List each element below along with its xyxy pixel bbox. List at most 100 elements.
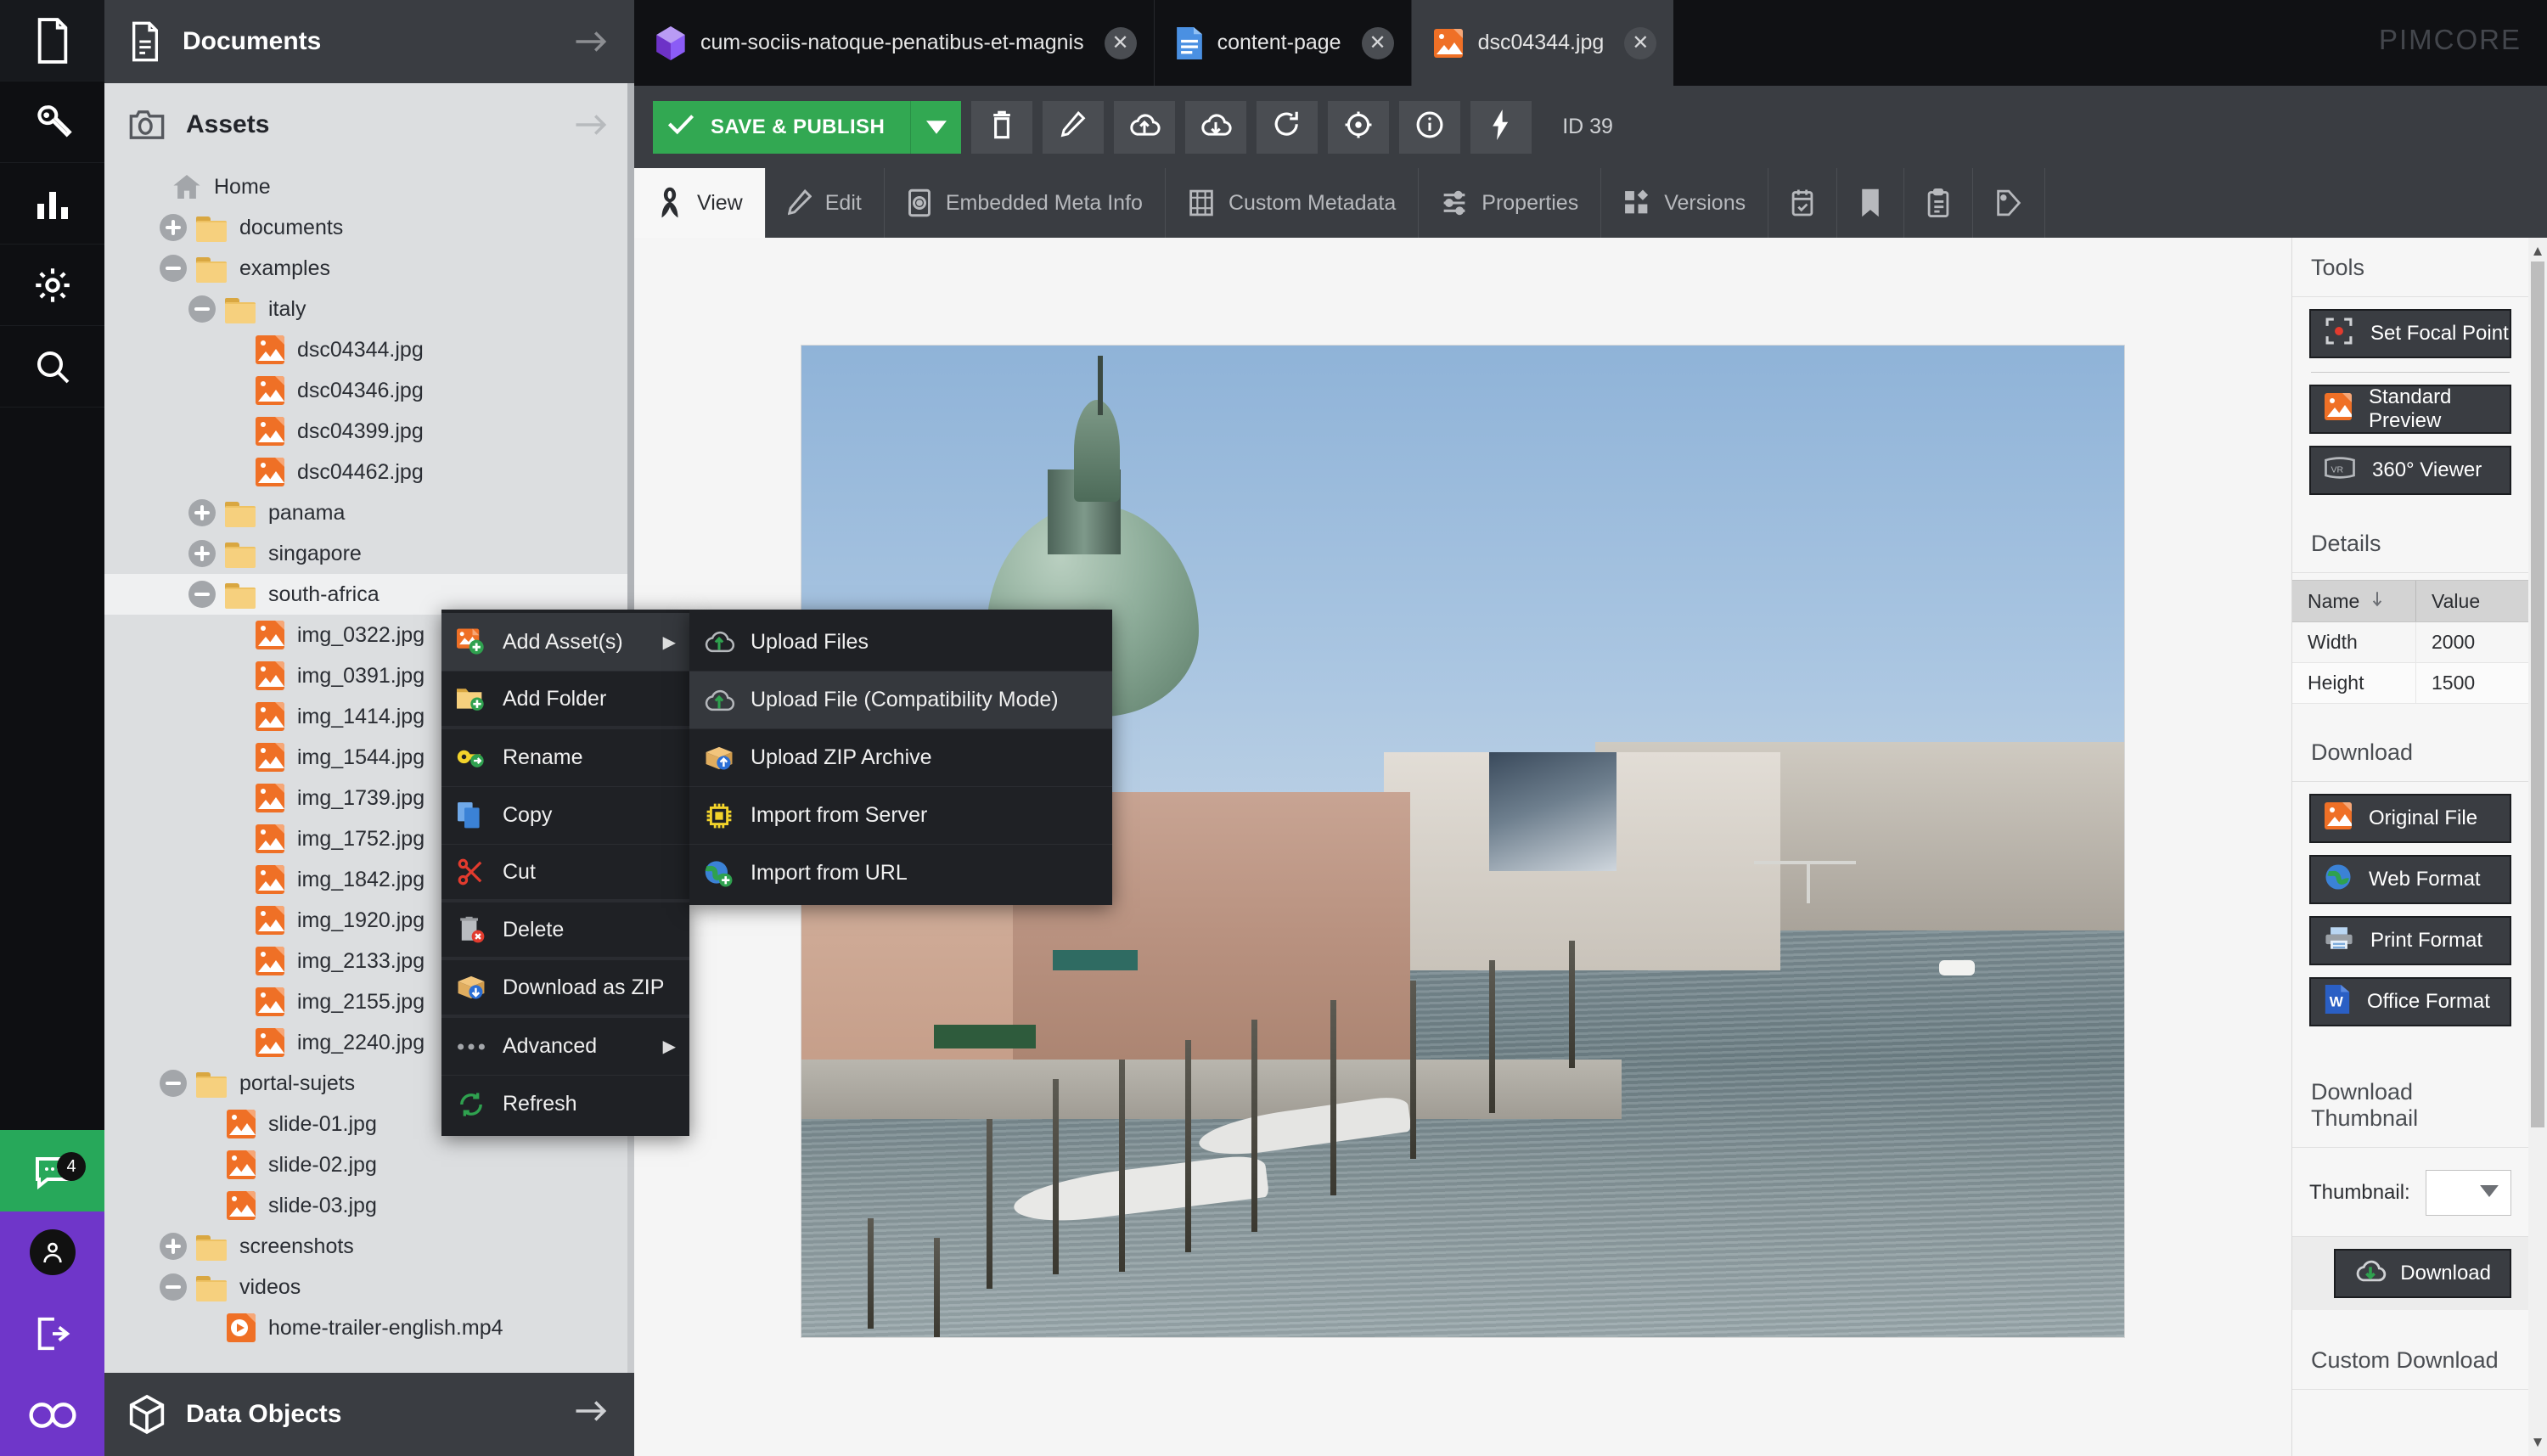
download-office-format-button[interactable]: W Office Format xyxy=(2309,977,2511,1026)
rail-item-tools[interactable] xyxy=(0,82,104,163)
tree-item-dsc04462-jpg[interactable]: dsc04462.jpg xyxy=(104,452,634,492)
expand-icon[interactable] xyxy=(159,213,188,242)
tree-item-dsc04344-jpg[interactable]: dsc04344.jpg xyxy=(104,329,634,370)
tab-versions[interactable]: Versions xyxy=(1601,168,1769,238)
download-web-format-button[interactable]: Web Format xyxy=(2309,855,2511,904)
expand-icon[interactable] xyxy=(188,498,216,527)
close-icon[interactable]: ✕ xyxy=(1624,26,1657,59)
document-tab-dsc04344-jpg[interactable]: dsc04344.jpg ✕ xyxy=(1410,0,1674,86)
download-original-file-button[interactable]: Original File xyxy=(2309,794,2511,843)
rail-item-settings[interactable] xyxy=(0,245,104,326)
tree-item-slide-03-jpg[interactable]: slide-03.jpg xyxy=(104,1185,634,1226)
arrow-right-icon[interactable] xyxy=(573,114,609,136)
workflow-button[interactable] xyxy=(1470,100,1532,154)
arrow-right-icon[interactable] xyxy=(573,31,609,53)
delete-button[interactable] xyxy=(971,100,1033,154)
rail-item-search[interactable] xyxy=(0,326,104,408)
tools-panel-scrollbar[interactable]: ▲ ▼ xyxy=(2528,238,2547,1456)
context-menu-item-copy[interactable]: Copy xyxy=(441,786,689,844)
collapse-icon[interactable] xyxy=(159,1069,188,1098)
rail-item-reports[interactable] xyxy=(0,163,104,245)
document-tabs[interactable]: cum-sociis-natoque-penatibus-et-magnis ✕ c… xyxy=(634,0,1674,86)
tab-custom-metadata[interactable]: Custom Metadata xyxy=(1166,168,1420,238)
arrow-right-icon[interactable] xyxy=(573,1400,609,1429)
tree-item-documents[interactable]: documents xyxy=(104,207,634,248)
expand-icon[interactable] xyxy=(188,539,216,568)
add-assets-submenu[interactable]: Upload Files Upload File (Compatibility M… xyxy=(689,610,1112,905)
context-menu-item-download-as-zip[interactable]: Download as ZIP xyxy=(441,959,689,1017)
rail-item-logout[interactable] xyxy=(0,1293,104,1374)
close-icon[interactable]: ✕ xyxy=(1104,26,1137,59)
download-print-format-button[interactable]: Print Format xyxy=(2309,916,2511,965)
tree-item-slide-02-jpg[interactable]: slide-02.jpg xyxy=(104,1144,634,1185)
upload-button[interactable] xyxy=(1114,100,1176,154)
context-menu-item-add-asset-s[interactable]: Add Asset(s) ▶ xyxy=(441,613,689,671)
asset-sub-tab-bar[interactable]: View Edit Embedded Meta Info Custom Metadat… xyxy=(634,168,2547,238)
collapse-icon[interactable] xyxy=(188,580,216,609)
tree-item-dsc04399-jpg[interactable]: dsc04399.jpg xyxy=(104,411,634,452)
tab-properties[interactable]: Properties xyxy=(1419,168,1602,238)
thumbnail-select[interactable] xyxy=(2425,1170,2511,1216)
submenu-item-upload-files[interactable]: Upload Files xyxy=(689,613,1112,671)
standard-preview-button[interactable]: Standard Preview xyxy=(2309,385,2511,434)
asset-context-menu[interactable]: Add Asset(s) ▶ Add Folder Rename Copy Cut Dele… xyxy=(441,610,689,1136)
tools-panel-scrollbar-thumb[interactable] xyxy=(2531,261,2544,1127)
tree-item-screenshots[interactable]: screenshots xyxy=(104,1226,634,1267)
table-row[interactable]: Width 2000 xyxy=(2292,622,2528,663)
context-menu-item-delete[interactable]: Delete xyxy=(441,902,689,959)
close-icon[interactable]: ✕ xyxy=(1361,26,1394,59)
submenu-item-upload-file-compatibility-mode[interactable]: Upload File (Compatibility Mode) xyxy=(689,671,1112,728)
expand-icon[interactable] xyxy=(159,1232,188,1261)
context-menu-item-refresh[interactable]: Refresh xyxy=(441,1075,689,1133)
submenu-item-import-from-url[interactable]: Import from URL xyxy=(689,844,1112,902)
details-header-value[interactable]: Value xyxy=(2416,581,2480,621)
tab-embedded-meta-info[interactable]: Embedded Meta Info xyxy=(885,168,1166,238)
info-button[interactable] xyxy=(1399,100,1461,154)
rail-item-infinity[interactable] xyxy=(0,1374,104,1456)
tree-item-panama[interactable]: panama xyxy=(104,492,634,533)
tree-item-examples[interactable]: examples xyxy=(104,248,634,289)
tree-item-singapore[interactable]: singapore xyxy=(104,533,634,574)
tree-item-videos[interactable]: videos xyxy=(104,1267,634,1307)
document-tab-cum-sociis-natoque-penatibus-et-magnis[interactable]: cum-sociis-natoque-penatibus-et-magnis ✕ xyxy=(634,0,1154,86)
tree-item-home-trailer-english-mp4[interactable]: home-trailer-english.mp4 xyxy=(104,1307,634,1348)
context-menu-item-rename[interactable]: Rename xyxy=(441,728,689,786)
tab-view[interactable]: View xyxy=(634,168,766,238)
submenu-item-import-from-server[interactable]: Import from Server xyxy=(689,786,1112,844)
rail-item-account[interactable] xyxy=(0,1211,104,1293)
context-menu-item-cut[interactable]: Cut xyxy=(441,844,689,902)
table-row[interactable]: Height 1500 xyxy=(2292,663,2528,704)
context-menu-item-add-folder[interactable]: Add Folder xyxy=(441,671,689,728)
reload-button[interactable] xyxy=(1257,100,1318,154)
tree-item-south-africa[interactable]: south-africa xyxy=(104,574,634,615)
tab-edit[interactable]: Edit xyxy=(766,168,885,238)
rail-item-documents[interactable] xyxy=(0,0,104,82)
rail-item-notifications[interactable]: 4 xyxy=(0,1130,104,1211)
sidebar-section-data-objects[interactable]: Data Objects xyxy=(104,1373,634,1456)
collapse-icon[interactable] xyxy=(159,254,188,283)
sidebar-section-documents[interactable]: Documents xyxy=(104,0,634,83)
save-and-publish-button[interactable]: SAVE & PUBLISH xyxy=(653,100,962,154)
tab-bookmark[interactable] xyxy=(1837,168,1905,238)
tab-notes[interactable] xyxy=(1904,168,1974,238)
collapse-icon[interactable] xyxy=(159,1273,188,1301)
save-dropdown-button[interactable] xyxy=(910,100,961,154)
tab-tag[interactable] xyxy=(1973,168,2046,238)
target-button[interactable] xyxy=(1328,100,1390,154)
set-focal-point-button[interactable]: Set Focal Point xyxy=(2309,309,2511,358)
tree-item-dsc04346-jpg[interactable]: dsc04346.jpg xyxy=(104,370,634,411)
360-viewer-button[interactable]: VR 360° Viewer xyxy=(2309,446,2511,495)
sidebar-section-assets[interactable]: Assets xyxy=(104,83,634,166)
submenu-item-upload-zip-archive[interactable]: Upload ZIP Archive xyxy=(689,728,1112,786)
edit-button[interactable] xyxy=(1043,100,1105,154)
download-button[interactable]: Download xyxy=(2334,1249,2511,1298)
document-tab-content-page[interactable]: content-page ✕ xyxy=(1153,0,1411,86)
tree-item-Home[interactable]: Home xyxy=(104,166,634,207)
scroll-down-icon[interactable]: ▼ xyxy=(2531,1429,2545,1456)
tree-item-italy[interactable]: italy xyxy=(104,289,634,329)
collapse-icon[interactable] xyxy=(188,295,216,323)
details-header-name[interactable]: Name xyxy=(2292,581,2416,621)
tab-schedule[interactable] xyxy=(1768,168,1838,238)
context-menu-item-advanced[interactable]: Advanced ▶ xyxy=(441,1017,689,1075)
download-button[interactable] xyxy=(1185,100,1247,154)
